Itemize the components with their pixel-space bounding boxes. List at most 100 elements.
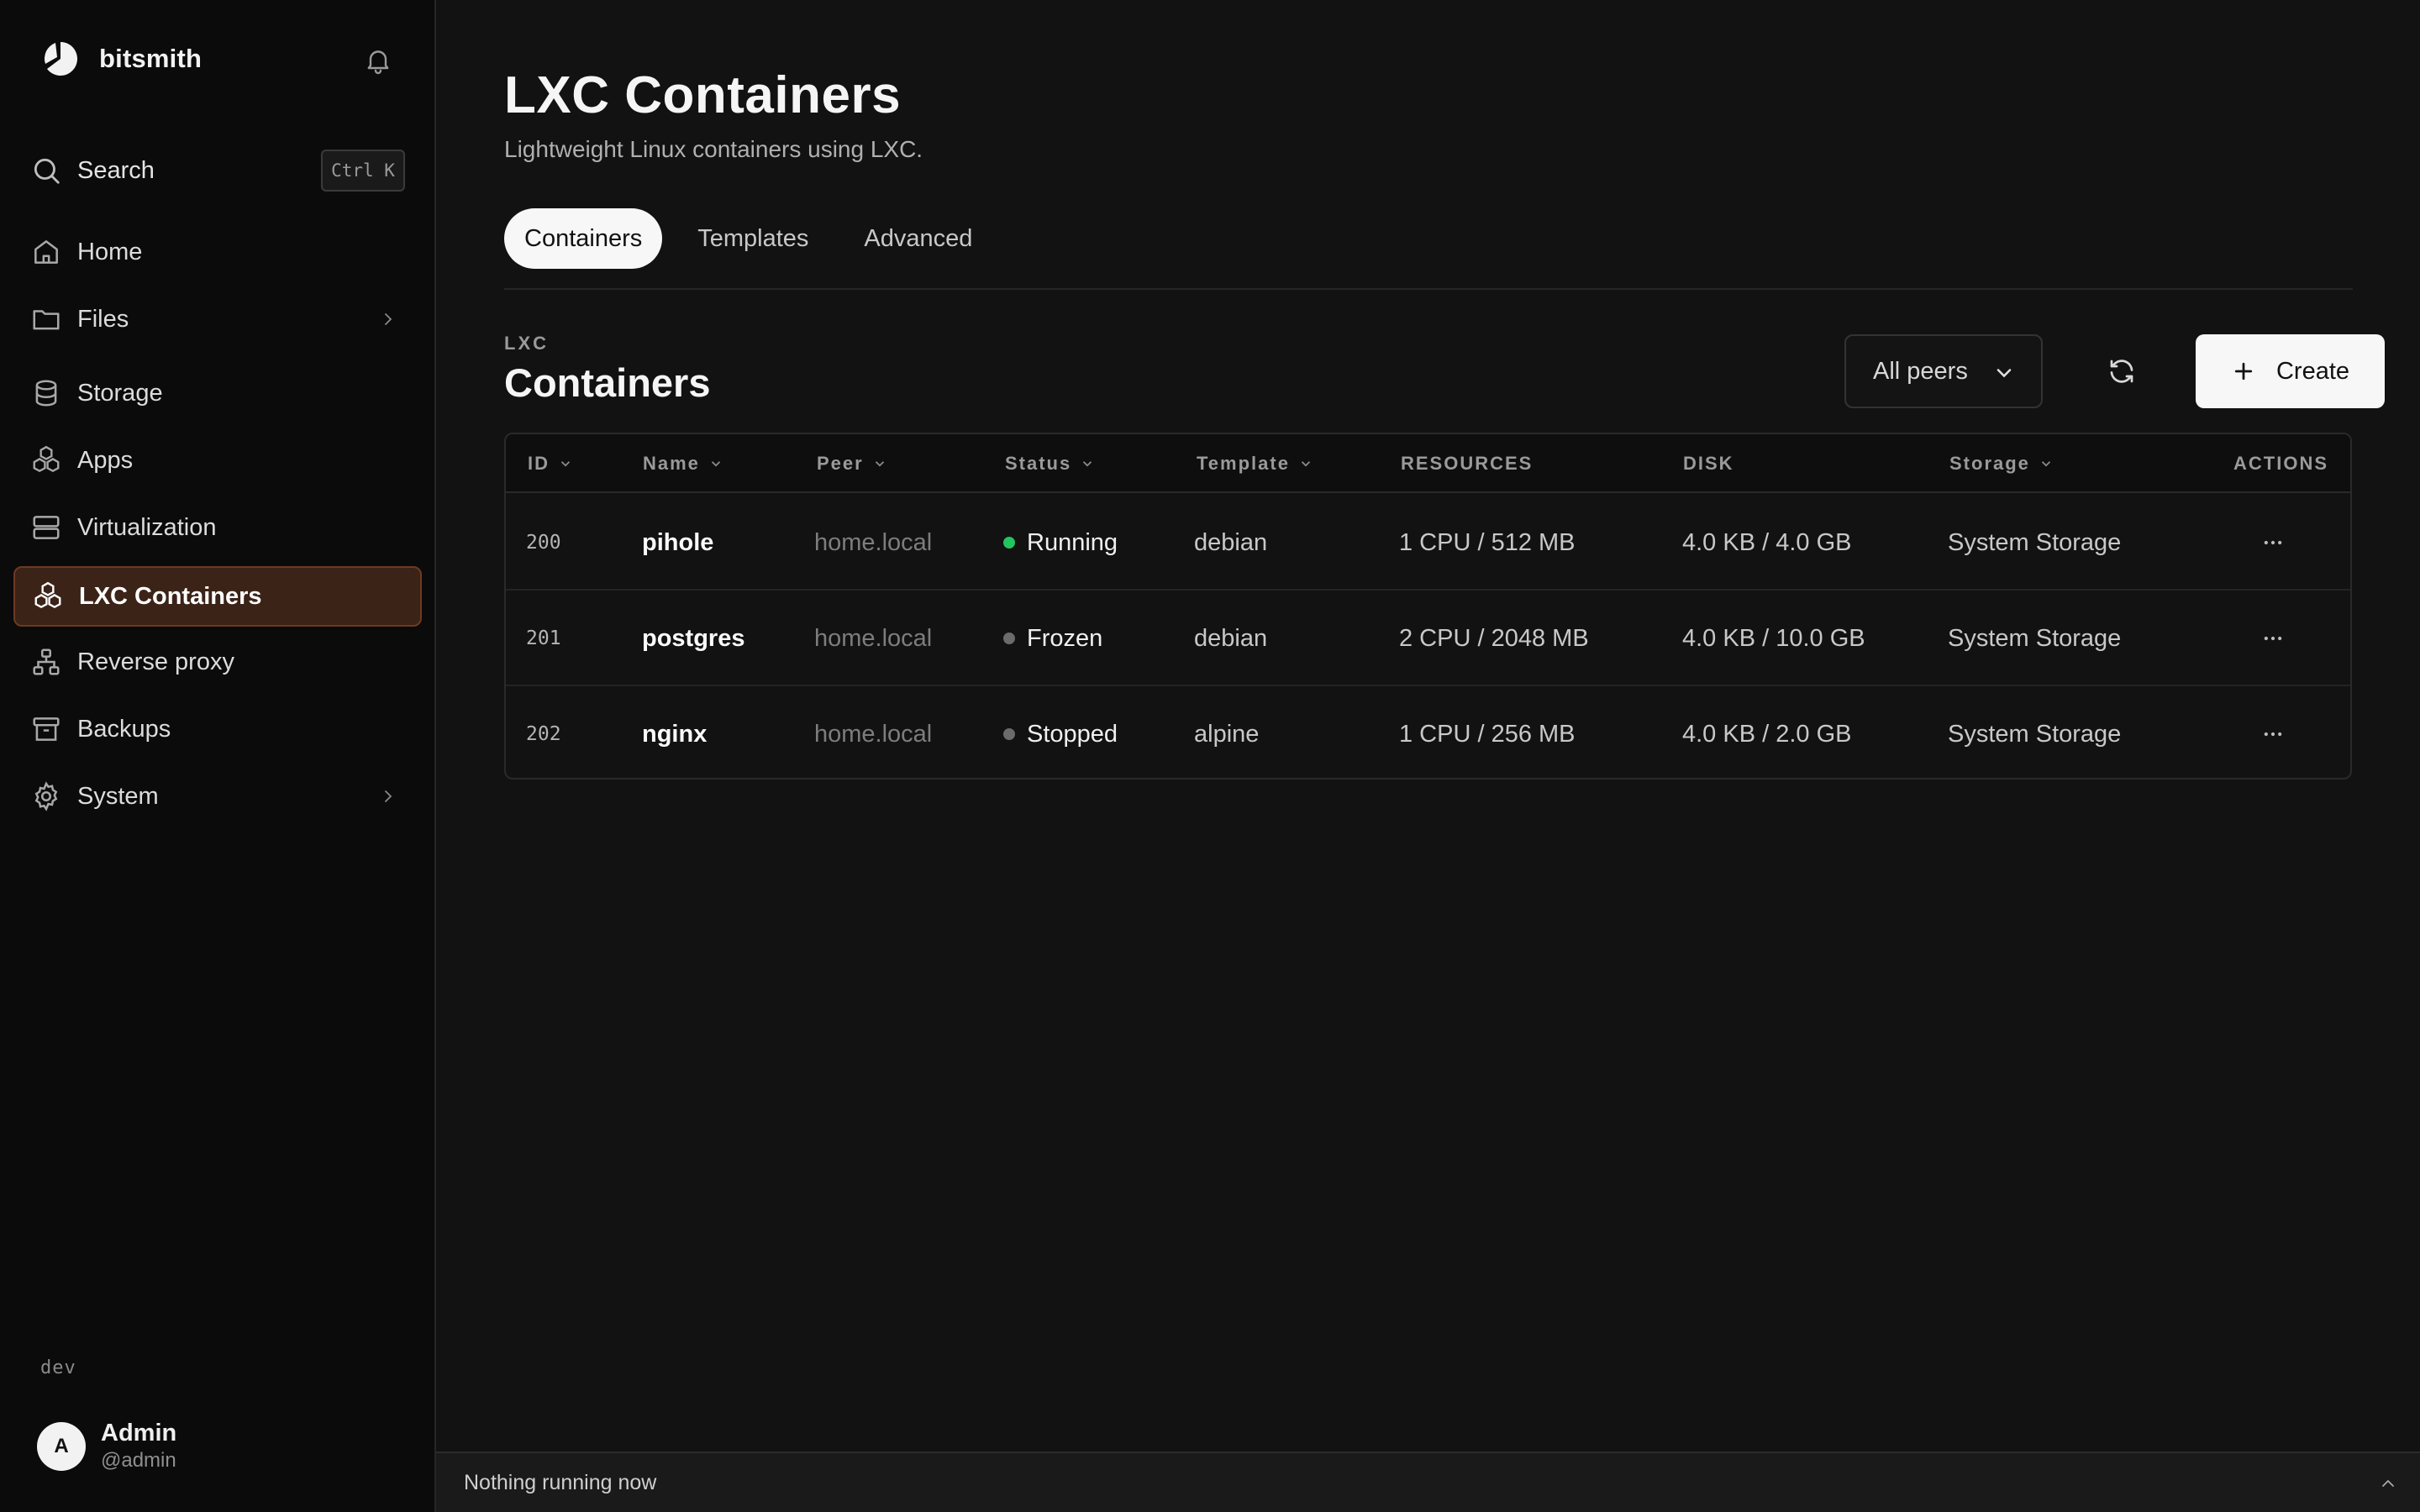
chevron-right-icon [385,313,392,325]
chevron-down-icon [711,461,721,467]
column-header-disk: DISK [1683,453,1734,474]
tab-advanced[interactable]: Advanced [844,208,992,269]
task-status-text: Nothing running now [464,1470,657,1494]
gear-icon [34,781,58,811]
sidebar-item-reverse-proxy[interactable]: Reverse proxy [13,632,422,692]
cell-name[interactable]: pihole [642,495,713,591]
more-horizontal-icon [2264,636,2282,641]
table-header: ID Name Peer Status Template RESOURCES D… [506,434,2350,493]
column-header-id[interactable]: ID [528,434,573,493]
chevron-down-icon [1996,369,2012,378]
page-title: LXC Containers [504,66,902,124]
tab-templates[interactable]: Templates [677,208,829,269]
status-badge: Running [1003,495,1118,591]
column-header-actions: ACTIONS [2233,453,2328,474]
cell-id: 202 [526,723,561,745]
brand-name: bitsmith [99,44,203,73]
row-actions-button[interactable] [2254,716,2291,753]
column-header-storage[interactable]: Storage [1949,434,2054,493]
sidebar-item-files[interactable]: Files [13,289,422,349]
table-row[interactable]: 202 nginx home.local Stopped alpine 1 CP… [506,686,2350,778]
folder-icon [33,310,60,330]
containers-icon [34,581,61,609]
cell-name[interactable]: nginx [642,686,707,778]
column-header-status[interactable]: Status [1005,434,1095,493]
peer-filter-select[interactable]: All peers [1844,334,2043,408]
column-header-template[interactable]: Template [1197,434,1313,493]
environment-label: dev [40,1357,76,1378]
cell-id: 201 [526,627,561,649]
user-menu[interactable]: A Admin @admin [37,1420,176,1473]
sidebar-item-label: Reverse proxy [77,648,234,675]
cell-resources: 1 CPU / 512 MB [1399,528,1576,556]
status-frozen-dot [1003,633,1015,644]
row-actions-button[interactable] [2254,620,2291,657]
chevron-up-icon[interactable] [2378,1473,2398,1494]
cell-template: debian [1194,528,1268,556]
refresh-button[interactable] [2085,334,2159,408]
sidebar-item-home[interactable]: Home [13,222,422,282]
containers-table: ID Name Peer Status Template RESOURCES D… [504,433,2352,780]
column-header-name[interactable]: Name [643,434,723,493]
cell-disk: 4.0 KB / 10.0 GB [1682,624,1865,652]
main-content: LXC Containers Lightweight Linux contain… [436,0,2420,1512]
cell-storage: System Storage [1948,624,2122,652]
row-actions-button[interactable] [2254,524,2291,561]
search-button[interactable]: Search Ctrl K [30,148,405,193]
tab-containers[interactable]: Containers [504,208,663,269]
sidebar-item-label: Virtualization [77,513,217,541]
chevron-down-icon [2041,461,2051,467]
sidebar-item-system[interactable]: System [13,766,422,827]
table-row[interactable]: 200 pihole home.local Running debian 1 C… [506,495,2350,591]
cell-disk: 4.0 KB / 2.0 GB [1682,720,1852,748]
sidebar: bitsmith Search Ctrl K Home Files Storag… [0,0,436,1512]
more-horizontal-icon [2264,732,2282,737]
cell-resources: 2 CPU / 2048 MB [1399,624,1589,652]
chevron-down-icon [875,461,884,467]
chevron-down-icon [1083,461,1092,467]
avatar: A [37,1421,86,1471]
sidebar-item-backups[interactable]: Backups [13,699,422,759]
search-icon [34,158,60,184]
create-label: Create [2275,357,2350,385]
sidebar-item-label: Apps [77,446,134,474]
chevron-down-icon [1301,461,1311,467]
tab-bar: Containers Templates Advanced [504,208,1007,269]
bell-icon[interactable] [363,45,393,76]
peer-filter-value: All peers [1873,357,1968,385]
sidebar-item-storage[interactable]: Storage [13,363,422,423]
column-header-peer[interactable]: Peer [817,434,887,493]
cell-storage: System Storage [1948,720,2122,748]
cell-disk: 4.0 KB / 4.0 GB [1682,528,1852,556]
chevron-down-icon [560,461,571,467]
status-badge: Frozen [1003,591,1102,686]
plus-icon [2234,362,2253,381]
cell-peer: home.local [814,624,933,652]
brand[interactable]: bitsmith [40,39,202,79]
cell-resources: 1 CPU / 256 MB [1399,720,1576,748]
task-status-bar[interactable]: Nothing running now [436,1452,2420,1512]
cell-id: 200 [526,532,561,554]
section-eyebrow: LXC [504,333,549,354]
server-icon [33,516,60,539]
cell-peer: home.local [814,528,933,556]
chevron-right-icon [385,790,392,802]
network-icon [33,648,60,675]
table-row[interactable]: 201 postgres home.local Frozen debian 2 … [506,591,2350,686]
column-header-resources: RESOURCES [1401,453,1534,474]
cell-storage: System Storage [1948,528,2122,556]
sidebar-item-label: Home [77,238,143,265]
sidebar-item-apps[interactable]: Apps [13,430,422,491]
cell-name[interactable]: postgres [642,591,744,686]
database-icon [35,380,57,407]
user-handle: @admin [101,1449,176,1472]
sidebar-item-lxc-containers[interactable]: LXC Containers [13,566,422,627]
sidebar-item-label: Files [77,305,129,333]
section-title: Containers [504,360,711,405]
sidebar-item-label: LXC Containers [79,582,262,610]
sidebar-item-label: System [77,782,159,810]
create-button[interactable]: Create [2196,334,2385,408]
sidebar-item-virtualization[interactable]: Virtualization [13,497,422,558]
home-icon [34,240,58,264]
page-subtitle: Lightweight Linux containers using LXC. [504,136,923,162]
